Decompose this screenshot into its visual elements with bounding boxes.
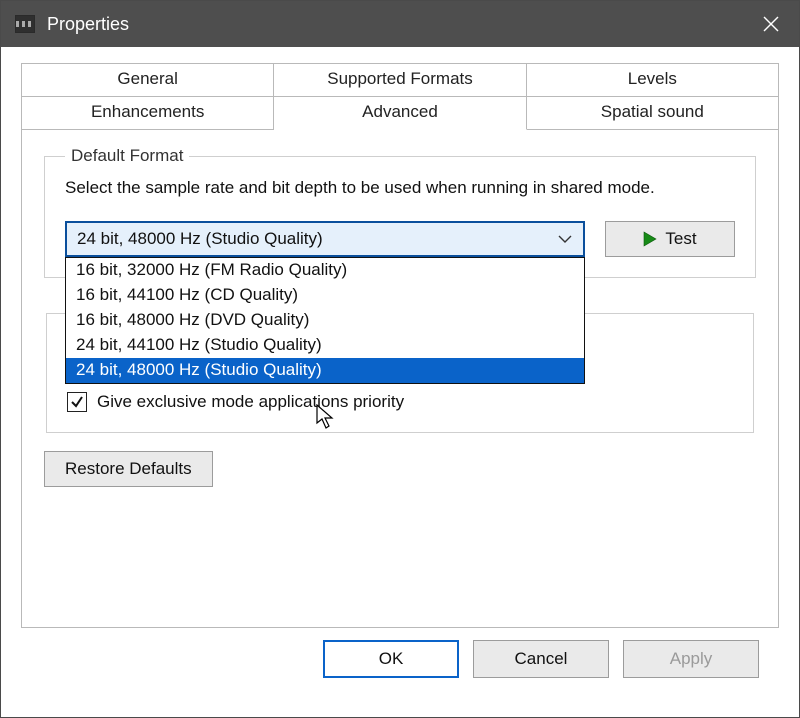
tab-supported-formats[interactable]: Supported Formats xyxy=(274,63,526,97)
ok-button[interactable]: OK xyxy=(323,640,459,678)
sample-rate-selected: 24 bit, 48000 Hz (Studio Quality) xyxy=(77,229,557,249)
tab-enhancements[interactable]: Enhancements xyxy=(21,96,274,130)
exclusive-priority-label: Give exclusive mode applications priorit… xyxy=(97,392,404,412)
app-icon xyxy=(15,15,35,33)
dialog-footer: OK Cancel Apply xyxy=(21,628,779,678)
tab-panel-advanced: Default Format Select the sample rate an… xyxy=(21,130,779,628)
tab-general[interactable]: General xyxy=(21,63,274,97)
sample-rate-option[interactable]: 16 bit, 32000 Hz (FM Radio Quality) xyxy=(66,258,584,283)
tab-spatial-sound[interactable]: Spatial sound xyxy=(527,96,779,130)
sample-rate-option[interactable]: 24 bit, 48000 Hz (Studio Quality) xyxy=(66,358,584,383)
play-icon xyxy=(643,231,657,247)
sample-rate-option[interactable]: 24 bit, 44100 Hz (Studio Quality) xyxy=(66,333,584,358)
test-button-label: Test xyxy=(665,229,696,249)
tab-advanced[interactable]: Advanced xyxy=(274,96,526,130)
sample-rate-combobox[interactable]: 24 bit, 48000 Hz (Studio Quality) 16 bit… xyxy=(65,221,585,257)
sample-rate-dropdown: 16 bit, 32000 Hz (FM Radio Quality) 16 b… xyxy=(65,257,585,384)
checkbox-icon xyxy=(67,392,87,412)
properties-dialog: Properties General Supported Formats Lev… xyxy=(0,0,800,718)
default-format-description: Select the sample rate and bit depth to … xyxy=(65,176,735,201)
cancel-button[interactable]: Cancel xyxy=(473,640,609,678)
window-title: Properties xyxy=(47,14,129,35)
sample-rate-option[interactable]: 16 bit, 44100 Hz (CD Quality) xyxy=(66,283,584,308)
sample-rate-option[interactable]: 16 bit, 48000 Hz (DVD Quality) xyxy=(66,308,584,333)
close-icon xyxy=(763,16,779,32)
close-button[interactable] xyxy=(743,1,799,47)
default-format-group: Default Format Select the sample rate an… xyxy=(44,146,756,278)
chevron-down-icon xyxy=(557,230,573,247)
exclusive-priority-checkbox[interactable]: Give exclusive mode applications priorit… xyxy=(67,392,733,412)
restore-defaults-button[interactable]: Restore Defaults xyxy=(44,451,213,487)
tab-strip: General Supported Formats Levels Enhance… xyxy=(21,63,779,130)
tab-levels[interactable]: Levels xyxy=(527,63,779,97)
titlebar: Properties xyxy=(1,1,799,47)
default-format-legend: Default Format xyxy=(65,146,189,166)
test-button[interactable]: Test xyxy=(605,221,735,257)
apply-button[interactable]: Apply xyxy=(623,640,759,678)
